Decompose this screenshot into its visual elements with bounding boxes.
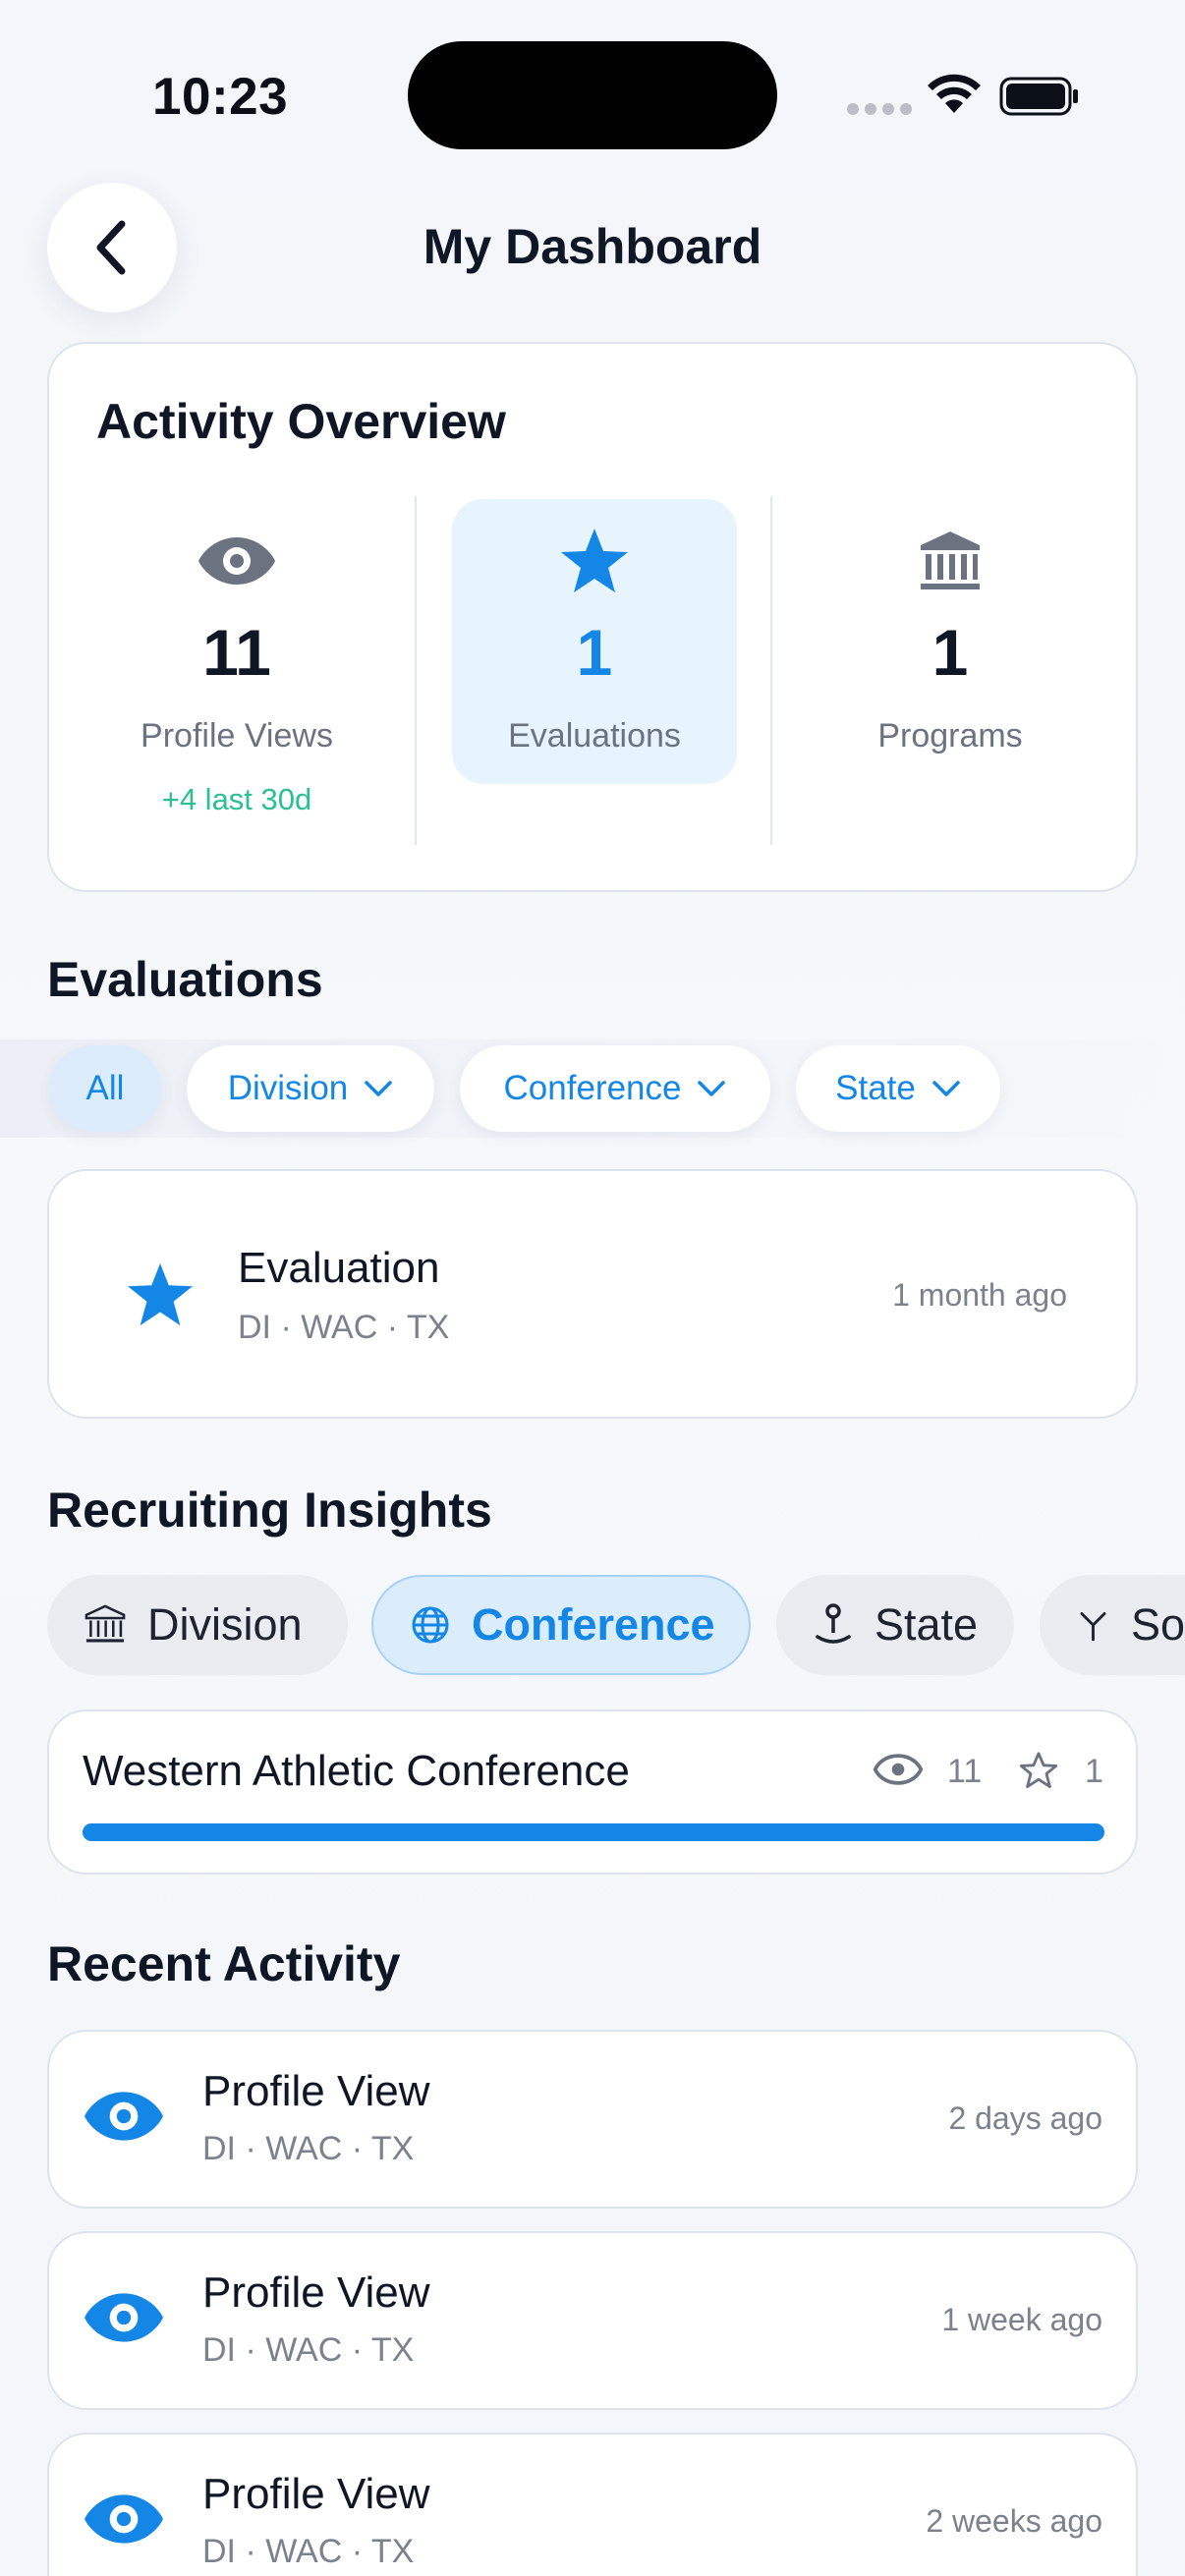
stat-value: 1 [931, 616, 969, 689]
eye-icon [873, 1754, 924, 1785]
activity-time: 2 weeks ago [926, 2503, 1102, 2539]
stat-label: Evaluations [508, 717, 681, 755]
stat-value: 1 [576, 616, 613, 689]
stat-label: Programs [877, 717, 1023, 755]
bank-icon [921, 532, 980, 589]
recent-activity-title: Recent Activity [47, 1936, 401, 1991]
stat-trend: +4 last 30d [161, 782, 312, 816]
activity-time: 1 week ago [941, 2302, 1102, 2337]
star-icon [561, 529, 628, 592]
stat-programs[interactable]: 1 Programs [808, 499, 1093, 784]
activity-title: Profile View [202, 2268, 430, 2317]
filter-division[interactable]: Division [187, 1045, 434, 1132]
overview-title: Activity Overview [96, 394, 506, 449]
conference-progress-fill [83, 1823, 1104, 1841]
joystick-icon [816, 1603, 851, 1644]
stat-profile-views[interactable]: 11 Profile Views +4 last 30d [94, 499, 379, 816]
chevron-down-icon [932, 1081, 960, 1096]
activity-item[interactable]: Profile View DI · WAC · TX 2 weeks ago [47, 2433, 1138, 2576]
divider [415, 496, 417, 845]
tab-division[interactable]: Division [47, 1575, 348, 1675]
globe-icon [412, 1606, 449, 1644]
tab-school[interactable]: So [1040, 1575, 1185, 1675]
conference-progress-bar [83, 1823, 1104, 1841]
activity-meta: DI · WAC · TX [202, 2130, 415, 2167]
activity-title: Profile View [202, 2067, 430, 2115]
status-bar: 10:23 [0, 0, 1185, 187]
battery-icon [999, 77, 1078, 116]
evaluation-time: 1 month ago [892, 1277, 1067, 1313]
status-time: 10:23 [152, 68, 289, 126]
activity-time: 2 days ago [948, 2100, 1102, 2136]
eye-icon [85, 2293, 163, 2342]
conference-views: 11 [947, 1753, 983, 1790]
conference-evaluations: 1 [1085, 1753, 1103, 1790]
activity-title: Profile View [202, 2470, 430, 2518]
stat-value: 11 [202, 616, 271, 689]
evaluation-title: Evaluation [238, 1244, 440, 1292]
stat-evaluations[interactable]: 1 Evaluations [452, 499, 737, 784]
evaluations-title: Evaluations [47, 952, 323, 1007]
dynamic-island [408, 41, 777, 149]
split-icon [1080, 1612, 1106, 1642]
activity-meta: DI · WAC · TX [202, 2533, 415, 2570]
activity-item[interactable]: Profile View DI · WAC · TX 2 days ago [47, 2030, 1138, 2209]
eye-icon [85, 2494, 163, 2544]
chevron-down-icon [698, 1081, 726, 1096]
filter-state[interactable]: State [796, 1045, 1000, 1132]
filter-all[interactable]: All [49, 1045, 161, 1132]
conference-name: Western Athletic Conference [83, 1747, 630, 1795]
filter-conference[interactable]: Conference [460, 1045, 770, 1132]
signal-icon [847, 103, 912, 115]
stat-label: Profile Views [141, 717, 333, 755]
evaluation-item[interactable]: Evaluation DI · WAC · TX 1 month ago [47, 1169, 1138, 1419]
evaluation-meta: DI · WAC · TX [238, 1309, 450, 1346]
activity-item[interactable]: Profile View DI · WAC · TX 1 week ago [47, 2231, 1138, 2410]
eye-icon [198, 537, 275, 585]
activity-meta: DI · WAC · TX [202, 2331, 415, 2369]
eye-icon [85, 2092, 163, 2141]
activity-overview-card: Activity Overview 11 Profile Views +4 la… [47, 342, 1138, 892]
conference-insight-row[interactable]: Western Athletic Conference 11 1 [47, 1709, 1138, 1875]
wifi-icon [928, 74, 981, 113]
chevron-down-icon [365, 1081, 393, 1096]
page-title: My Dashboard [423, 219, 762, 274]
insights-title: Recruiting Insights [47, 1483, 492, 1538]
star-icon [127, 1262, 194, 1326]
bank-icon [85, 1604, 126, 1643]
tab-conference[interactable]: Conference [371, 1575, 751, 1675]
divider [770, 496, 772, 845]
evaluation-filters: All Division Conference State [0, 1039, 1185, 1138]
tab-state[interactable]: State [776, 1575, 1014, 1675]
star-outline-icon [1019, 1752, 1058, 1788]
